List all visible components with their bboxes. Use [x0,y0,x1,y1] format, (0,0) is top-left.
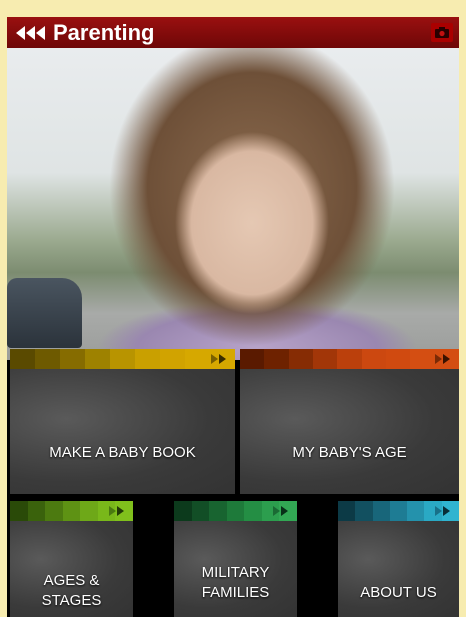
make-baby-book-tile[interactable]: MAKE A BABY BOOK [10,349,235,494]
app-screen: Parenting MAKE A BABY BOOK MY BABY'S AGE… [7,17,459,617]
header-bar: Parenting [7,17,459,48]
tile-label-line: STAGES [41,592,102,609]
tile-color-bar [240,349,459,369]
triple-left-arrow-icon[interactable] [16,25,46,41]
page-title: Parenting [53,20,155,45]
forward-arrow-icon [273,506,288,516]
background-car [7,278,82,348]
tile-label: ABOUT US [360,584,437,601]
camera-button[interactable] [431,23,453,42]
ages-stages-tile[interactable]: AGES & STAGES [10,501,133,617]
tile-label: MAKE A BABY BOOK [49,444,196,461]
forward-arrow-icon [435,354,450,364]
about-us-tile[interactable]: ABOUT US [338,501,459,617]
forward-arrow-icon [435,506,450,516]
military-families-tile[interactable]: MILITARY FAMILIES [174,501,297,617]
camera-icon [435,27,449,38]
tile-label-line: AGES & [43,572,100,589]
tile-label-line: FAMILIES [201,584,270,601]
tile-photo [10,369,235,494]
tile-label: MY BABY'S AGE [292,444,407,461]
hero-photo [7,48,459,360]
tile-label: AGES & STAGES [10,571,133,611]
tile-color-bar [10,349,235,369]
forward-arrow-icon [211,354,226,364]
tile-photo [240,369,459,494]
forward-arrow-icon [109,506,124,516]
tile-label: MILITARY FAMILIES [174,563,297,603]
my-babys-age-tile[interactable]: MY BABY'S AGE [240,349,459,494]
tile-label-line: MILITARY [201,564,270,581]
